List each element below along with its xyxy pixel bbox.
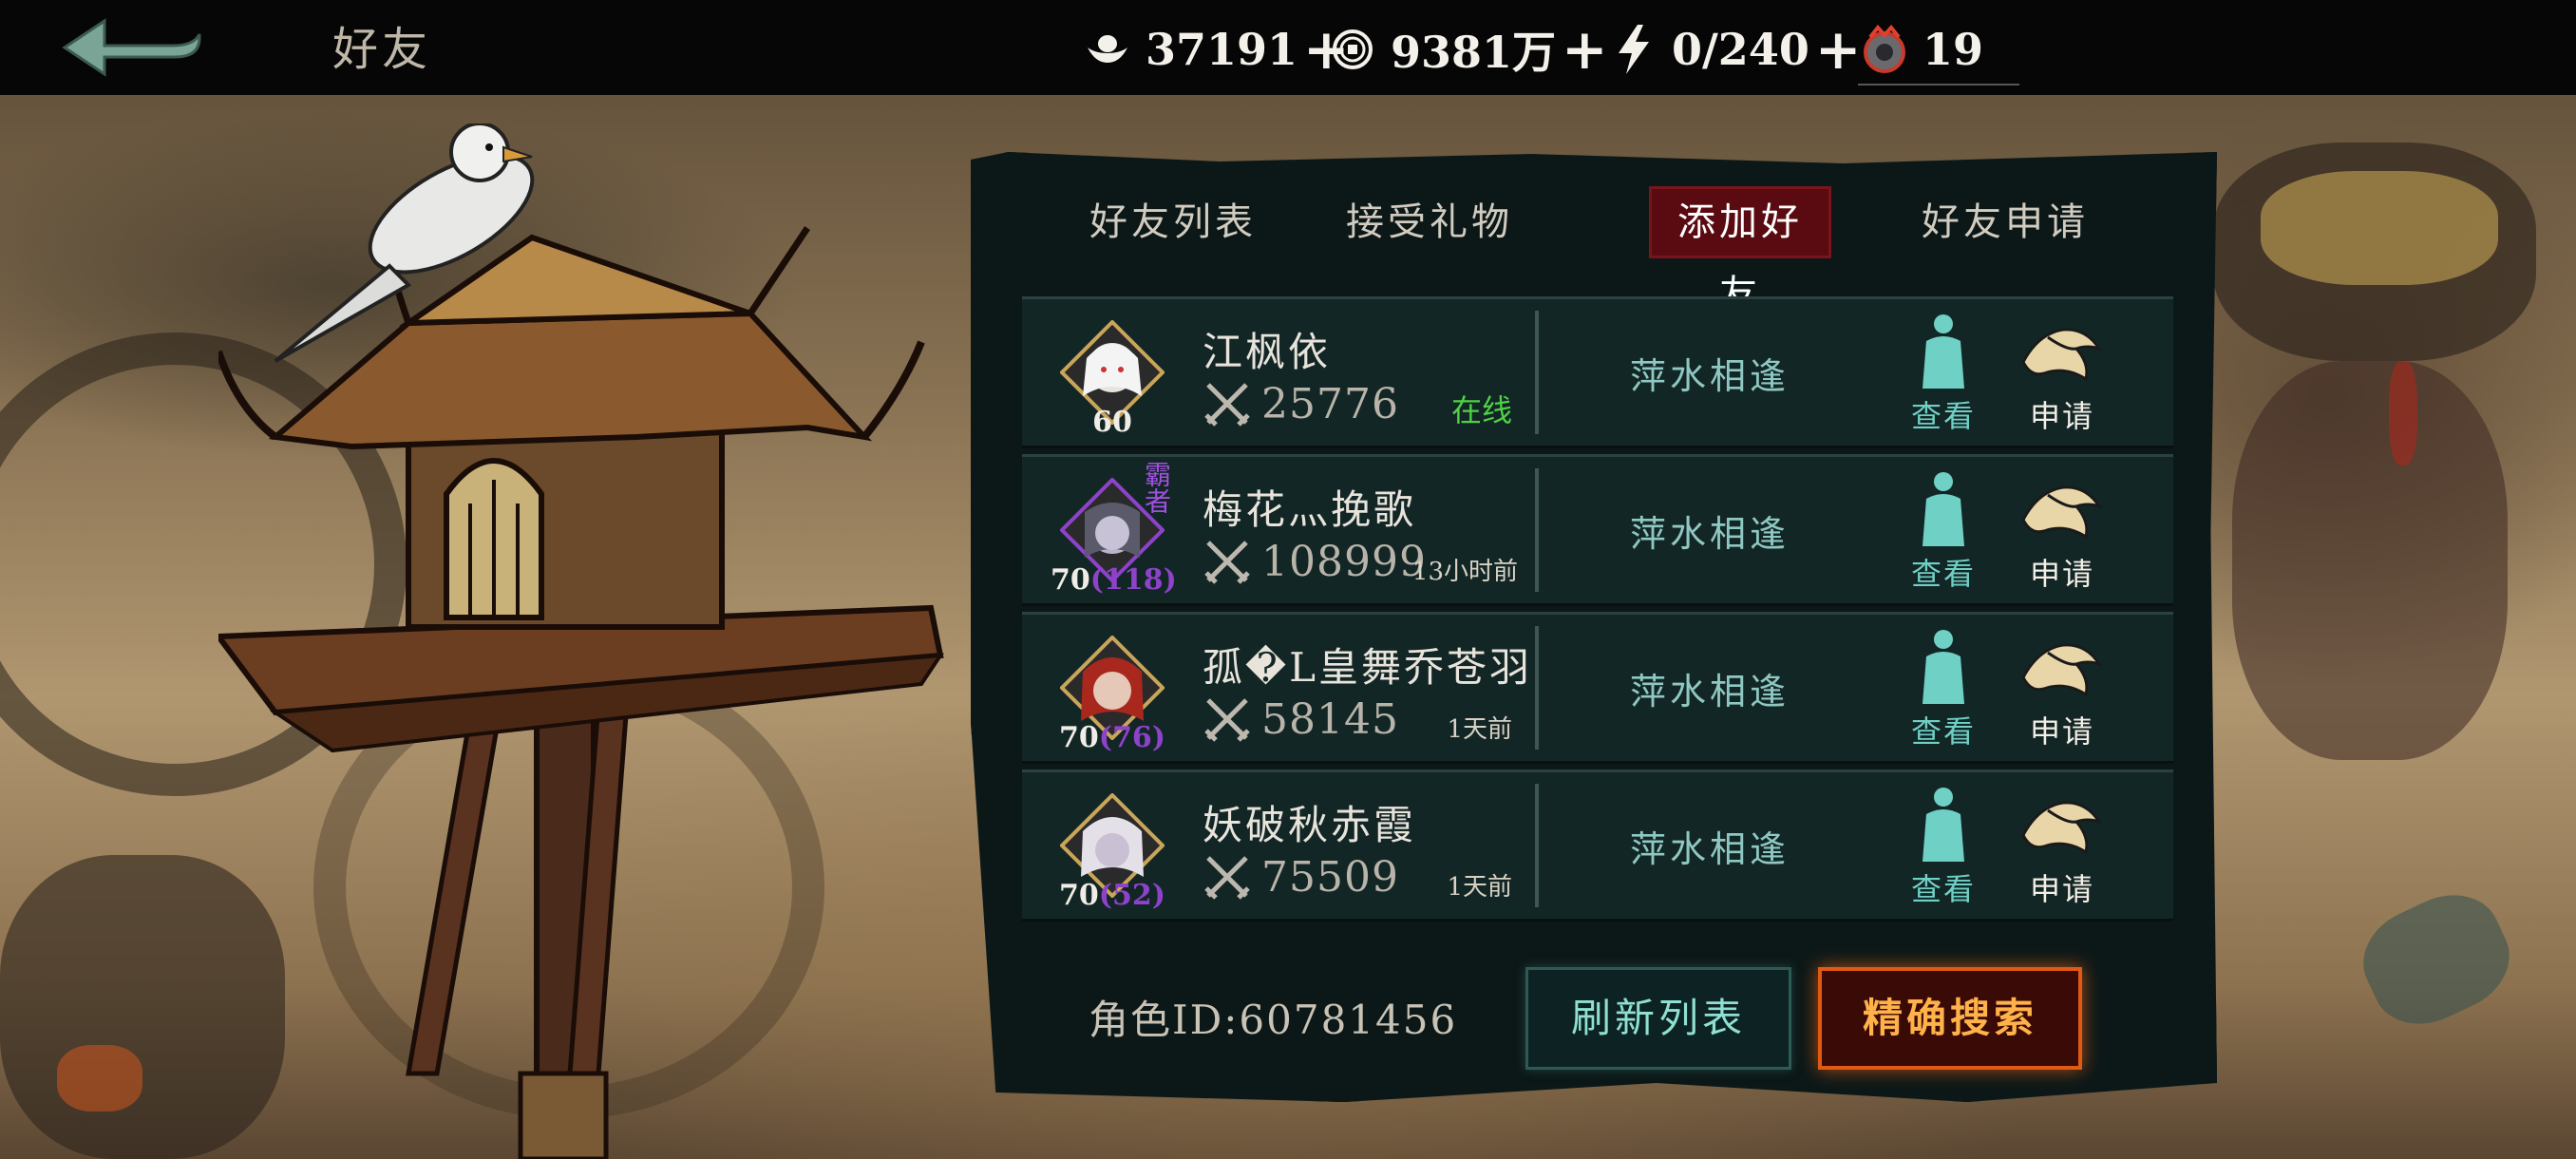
crossed-swords-icon (1204, 698, 1250, 742)
stamina-resource[interactable]: 0/240 + (1607, 19, 1861, 80)
stamina-add-icon[interactable]: + (1815, 22, 1862, 77)
view-button[interactable]: 查看 (1896, 628, 1991, 751)
player-level: 70(76) (1059, 721, 1165, 754)
tab-friend-requests[interactable]: 好友申请 (1915, 186, 2095, 258)
row-divider (1535, 784, 1539, 907)
lantern-right (2389, 361, 2417, 466)
apply-button[interactable]: 申请 (2010, 313, 2114, 436)
salute-hands-icon (2021, 801, 2103, 855)
relation-label: 萍水相逢 (1630, 513, 1790, 555)
coin-resource[interactable]: 9381万 + (1326, 19, 1608, 80)
person-icon (1923, 630, 1964, 704)
dove-birdhouse-illustration (218, 124, 944, 1159)
coin-amount: 9381万 (1391, 27, 1557, 78)
top-bar: 好友 37191 + 9381万 + 0/240 + 19 (0, 0, 2576, 95)
refresh-list-button[interactable]: 刷新列表 (1525, 967, 1791, 1070)
player-name: 江枫依 (1203, 329, 1332, 375)
market-goods-right (2261, 171, 2498, 285)
lightning-icon (1607, 23, 1660, 76)
person-icon (1923, 788, 1964, 862)
coin-icon (1326, 23, 1379, 76)
row-divider (1535, 468, 1539, 592)
crossed-swords-icon (1204, 383, 1250, 427)
salute-hands-icon (2021, 643, 2103, 697)
apply-button[interactable]: 申请 (2010, 470, 2114, 594)
last-online-status: 1天前 (1447, 715, 1512, 744)
silver-amount: 37191 (1146, 24, 1298, 75)
exact-search-button[interactable]: 精确搜索 (1818, 967, 2082, 1070)
relation-label: 萍水相逢 (1630, 355, 1790, 397)
champion-badge: 霸者 (1141, 461, 1172, 514)
salute-hands-icon (2021, 328, 2103, 382)
market-figure-right (2232, 361, 2508, 760)
view-button[interactable]: 查看 (1896, 786, 1991, 909)
tab-bar: 好友列表 接受礼物 添加好友 好友申请 (1083, 186, 2147, 316)
player-level: 60 (1092, 406, 1132, 439)
last-online-status: 13小时前 (1411, 558, 1518, 586)
row-divider (1535, 311, 1539, 434)
crossed-swords-icon (1204, 856, 1250, 900)
row-divider (1535, 626, 1539, 750)
tab-receive-gifts[interactable]: 接受礼物 (1339, 186, 1520, 258)
apply-button[interactable]: 申请 (2010, 786, 2114, 909)
relation-label: 萍水相逢 (1630, 671, 1790, 712)
stamina-amount: 0/240 (1672, 24, 1809, 75)
tab-add-friend[interactable]: 添加好友 (1649, 186, 1831, 316)
apply-button[interactable]: 申请 (2010, 628, 2114, 751)
role-id: 角色ID:60781456 (1089, 997, 1458, 1043)
player-power: 58145 (1203, 694, 1399, 744)
silver-resource[interactable]: 37191 + (1081, 19, 1350, 80)
list-item: 70(52) 妖破秋赤霞 75509 1天前 萍水相逢 查看 申请 (1022, 770, 2173, 922)
player-name: 梅花灬挽歌 (1203, 486, 1417, 533)
player-name: 孤�L皇舞乔苍羽 (1203, 644, 1532, 691)
page-title: 好友 (332, 23, 432, 76)
person-icon (1923, 314, 1964, 389)
badge-icon (1858, 23, 1911, 76)
silver-ingot-icon (1081, 23, 1134, 76)
player-level: 70(118) (1051, 563, 1177, 597)
person-icon (1923, 472, 1964, 546)
player-power: 25776 (1203, 379, 1399, 428)
relation-label: 萍水相逢 (1630, 828, 1790, 870)
tab-friend-list[interactable]: 好友列表 (1083, 186, 1263, 258)
last-online-status: 1天前 (1447, 873, 1512, 902)
coin-add-icon[interactable]: + (1562, 22, 1608, 77)
list-item: 霸者 70(118) 梅花灬挽歌 108999 13小时前 萍水相逢 查看 申请 (1022, 454, 2173, 606)
salute-hands-icon (2021, 485, 2103, 540)
player-power: 108999 (1203, 537, 1427, 586)
view-button[interactable]: 查看 (1896, 470, 1991, 594)
crossed-swords-icon (1204, 541, 1250, 584)
list-item: 70(76) 孤�L皇舞乔苍羽 58145 1天前 萍水相逢 查看 申请 (1022, 612, 2173, 764)
player-name: 妖破秋赤霞 (1203, 802, 1417, 848)
fire-bottom-left (57, 1045, 142, 1112)
back-arrow-icon[interactable] (61, 13, 203, 82)
crate-bottom-right (2347, 877, 2526, 1042)
view-button[interactable]: 查看 (1896, 313, 1991, 436)
list-item: 60 江枫依 25776 在线 萍水相逢 查看 申请 (1022, 296, 2173, 448)
online-status: 在线 (1450, 392, 1512, 428)
player-power: 75509 (1203, 852, 1399, 902)
badge-resource[interactable]: 19 (1858, 19, 2019, 86)
player-level: 70(52) (1059, 879, 1165, 912)
badge-amount: 19 (1923, 24, 1984, 75)
